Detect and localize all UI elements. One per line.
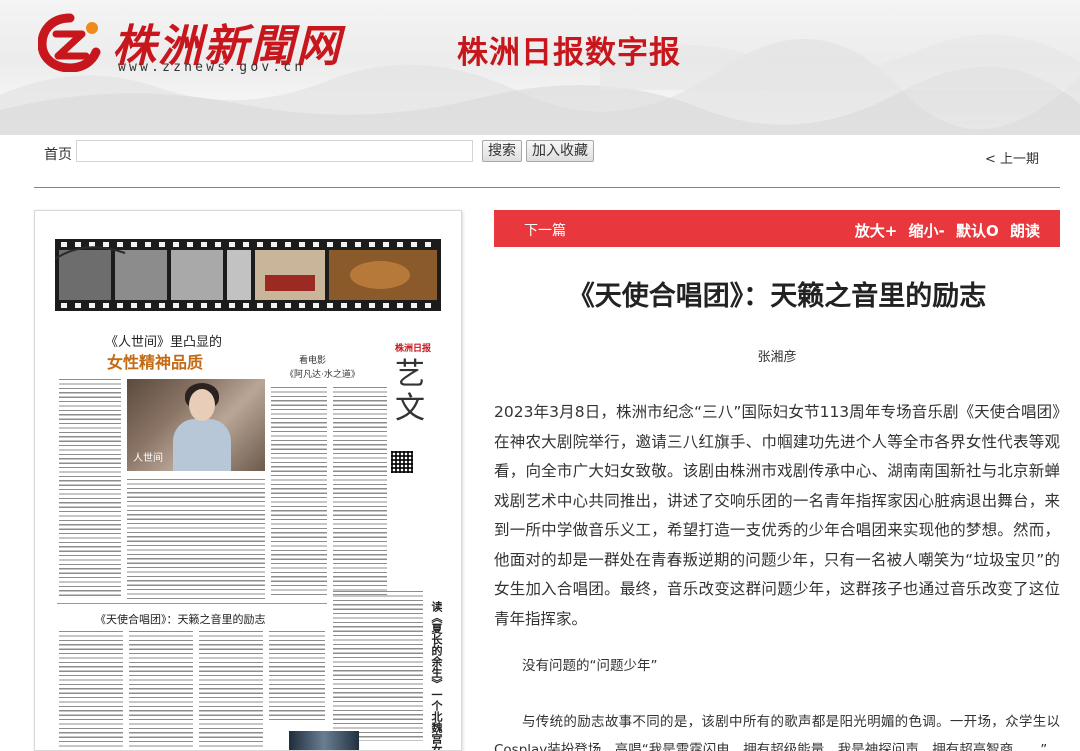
rule-line — [57, 603, 327, 604]
newspaper-page-thumbnail[interactable]: 《人世间》里凸显的 女性精神品质 人世间 看电影 《阿凡达·水之道》 株洲日报 … — [34, 210, 462, 751]
section-title: 艺文 — [395, 357, 425, 426]
text-column — [199, 631, 263, 750]
article-toolbar: 下一篇 放大+ 缩小- 默认O 朗读 — [494, 210, 1060, 247]
text-size-tools: 放大+ 缩小- 默认O 朗读 — [849, 220, 1040, 241]
zoom-out-button[interactable]: 缩小- — [909, 222, 945, 240]
photo-tag: 人世间 — [133, 453, 163, 464]
paper-headline-2: 女性精神品质 — [107, 353, 204, 372]
small-photo — [289, 731, 359, 750]
add-favorite-button[interactable]: 加入收藏 — [526, 140, 594, 162]
zznews-logo-icon — [38, 13, 101, 72]
site-header: 株洲新聞网 www.zznews.gov.cn 株洲日报数字报 — [0, 0, 1080, 135]
text-column — [59, 631, 123, 750]
logo-url: www.zznews.gov.cn — [118, 60, 306, 75]
paper-headline-3[interactable]: 《天使合唱团》：天籁之音里的励志 — [95, 611, 266, 627]
article-paragraph: 与传统的励志故事不同的是，该剧中所有的歌声都是阳光明媚的色调。一开场，众学生以C… — [494, 714, 1060, 751]
paper-sub-1: 看电影 — [299, 356, 327, 366]
drama-still-photo: 人世间 — [127, 379, 265, 471]
paper-vertical-title: 读《夏长的余生》一个北魏宫女和她的时代 — [430, 601, 443, 751]
text-column — [127, 479, 265, 599]
text-column — [271, 387, 327, 597]
default-size-button[interactable]: 默认O — [956, 222, 999, 240]
home-link[interactable]: 首页 — [44, 144, 72, 164]
article-title: 《天使合唱团》：天籁之音里的励志 — [567, 281, 987, 312]
search-button[interactable]: 搜索 — [482, 140, 522, 162]
site-title: 株洲日报数字报 — [457, 35, 681, 71]
article-paragraph: 2023年3月8日，株洲市纪念“三八”国际妇女节113周年专场音乐剧《天使合唱团… — [494, 403, 1060, 628]
text-column — [333, 387, 387, 597]
article-panel: 下一篇 放大+ 缩小- 默认O 朗读 《天使合唱团》：天籁之音里的励志 张湘彦 … — [494, 210, 1060, 751]
toolbar: 首页 搜索 加入收藏 < 上一期 — [0, 138, 1080, 168]
text-column — [129, 631, 193, 750]
paper-masthead: 株洲日报 — [395, 344, 432, 354]
article-subheading: 没有问题的“问题少年” — [522, 658, 658, 674]
section-masthead: 株洲日报 艺文 — [395, 341, 437, 441]
zoom-in-button[interactable]: 放大+ — [855, 222, 898, 240]
previous-issue-link[interactable]: < 上一期 — [985, 148, 1039, 167]
article-author: 张湘彦 — [757, 350, 797, 365]
paper-headline-1: 《人世间》里凸显的 — [105, 335, 223, 350]
header-divider — [34, 187, 1060, 188]
filmstrip-banner-image — [55, 239, 441, 311]
text-column — [269, 631, 325, 723]
qr-code-icon — [391, 451, 413, 473]
text-column — [333, 591, 423, 741]
next-article-link[interactable]: 下一篇 — [524, 220, 566, 240]
text-column — [59, 379, 121, 599]
paper-sub-2: 《阿凡达·水之道》 — [285, 370, 360, 380]
read-aloud-button[interactable]: 朗读 — [1010, 222, 1040, 240]
search-input[interactable] — [76, 140, 473, 162]
